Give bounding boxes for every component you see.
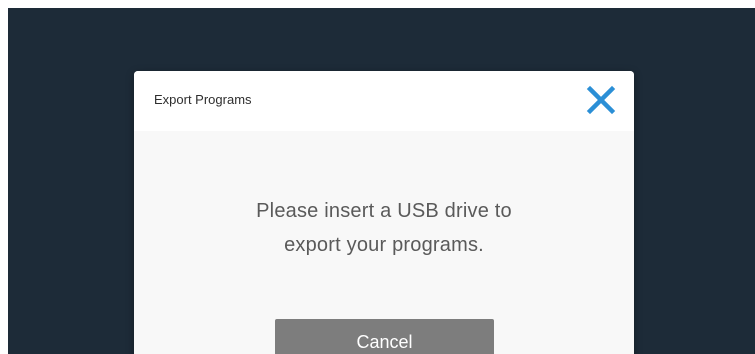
close-button[interactable] (584, 83, 618, 117)
export-programs-dialog: Export Programs Please insert a USB driv… (134, 71, 634, 354)
cancel-button[interactable]: Cancel (275, 319, 494, 354)
message-line-2: export your programs. (284, 234, 484, 256)
close-icon (586, 85, 616, 115)
dialog-header: Export Programs (134, 71, 634, 131)
app-screen: Export Programs Please insert a USB driv… (8, 8, 755, 354)
dialog-message: Please insert a USB drive to export your… (134, 194, 634, 262)
dialog-title: Export Programs (154, 92, 252, 107)
message-line-1: Please insert a USB drive to (256, 200, 512, 222)
dialog-body: Please insert a USB drive to export your… (134, 131, 634, 354)
